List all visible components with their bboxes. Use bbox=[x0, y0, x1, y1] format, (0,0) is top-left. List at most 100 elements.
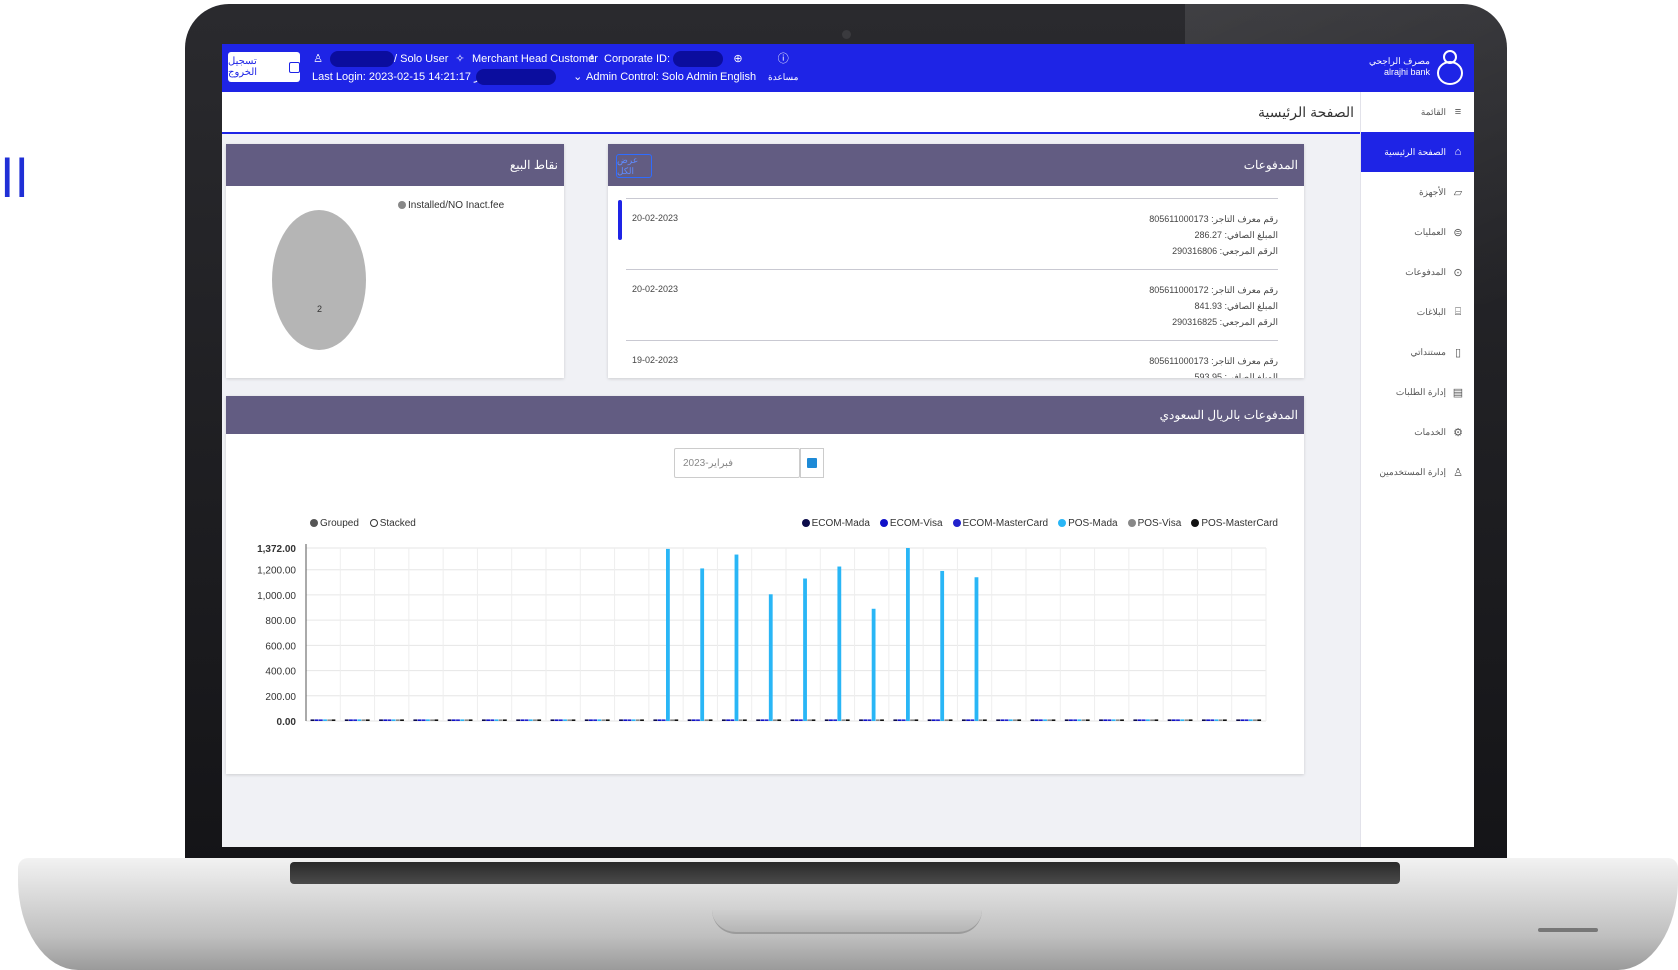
bar[interactable] bbox=[619, 719, 623, 721]
bar[interactable] bbox=[1115, 719, 1120, 721]
pie-slice[interactable] bbox=[272, 210, 366, 350]
bar[interactable] bbox=[657, 719, 662, 721]
bar[interactable] bbox=[434, 719, 439, 721]
bar[interactable] bbox=[1188, 719, 1193, 721]
bar[interactable] bbox=[875, 719, 880, 721]
bar[interactable] bbox=[798, 719, 803, 721]
bar[interactable] bbox=[623, 719, 628, 721]
bar[interactable] bbox=[1111, 719, 1116, 721]
bar[interactable] bbox=[696, 719, 700, 721]
bar[interactable] bbox=[661, 719, 666, 721]
sidebar-item-devices[interactable]: الأجهزة ▱ bbox=[1361, 172, 1474, 212]
bar[interactable] bbox=[966, 719, 970, 721]
bar[interactable] bbox=[558, 719, 563, 721]
list-item[interactable]: 20-02-2023 رقم معرف التاجر: 805611000172… bbox=[626, 269, 1278, 340]
bar[interactable] bbox=[1171, 719, 1176, 721]
bar[interactable] bbox=[1154, 719, 1159, 721]
list-item[interactable]: 19-02-2023 رقم معرف التاجر: 805611000173… bbox=[626, 340, 1278, 378]
bar[interactable] bbox=[841, 719, 846, 721]
bar[interactable] bbox=[931, 719, 936, 721]
bar[interactable] bbox=[391, 719, 396, 721]
bar[interactable] bbox=[417, 719, 422, 721]
bar[interactable] bbox=[1176, 719, 1180, 721]
bar[interactable] bbox=[516, 719, 521, 721]
bar[interactable] bbox=[520, 719, 525, 721]
bar[interactable] bbox=[571, 719, 576, 721]
bar[interactable] bbox=[550, 719, 555, 721]
bar[interactable] bbox=[670, 719, 674, 721]
bar[interactable] bbox=[704, 719, 709, 721]
bar[interactable] bbox=[1008, 719, 1013, 721]
bar[interactable] bbox=[554, 719, 559, 721]
bar[interactable] bbox=[468, 719, 473, 721]
bar[interactable] bbox=[635, 719, 640, 721]
bar[interactable] bbox=[323, 719, 327, 721]
bar[interactable] bbox=[593, 719, 598, 721]
bar[interactable] bbox=[1167, 719, 1172, 721]
bar[interactable] bbox=[563, 719, 567, 721]
bar[interactable] bbox=[357, 719, 362, 721]
bar[interactable] bbox=[447, 719, 452, 721]
logout-button[interactable]: تسجيل الخروج bbox=[228, 52, 300, 82]
sidebar-item-reports[interactable]: البلاغات ⌸ bbox=[1361, 292, 1474, 332]
bar[interactable] bbox=[961, 719, 966, 721]
bar[interactable] bbox=[486, 719, 490, 721]
bar[interactable] bbox=[490, 719, 495, 721]
bar[interactable] bbox=[344, 719, 349, 721]
bar[interactable] bbox=[1201, 719, 1206, 721]
bar[interactable] bbox=[1051, 719, 1056, 721]
bar[interactable] bbox=[867, 719, 872, 721]
sidebar-item-requests[interactable]: إدارة الطلبات ▤ bbox=[1361, 372, 1474, 412]
bar[interactable] bbox=[605, 719, 610, 721]
bar[interactable] bbox=[794, 719, 799, 721]
bar[interactable] bbox=[1240, 719, 1245, 721]
bar[interactable] bbox=[811, 719, 816, 721]
bar[interactable] bbox=[1107, 719, 1112, 721]
bar[interactable] bbox=[1236, 719, 1241, 721]
bar[interactable] bbox=[524, 719, 529, 721]
bar[interactable] bbox=[1030, 719, 1035, 721]
bar[interactable] bbox=[502, 719, 507, 721]
sidebar-item-home[interactable]: الصفحة الرئيسية ⌂ bbox=[1361, 132, 1474, 172]
sidebar-item-documents[interactable]: مستنداتي ▯ bbox=[1361, 332, 1474, 372]
bar[interactable] bbox=[601, 719, 606, 721]
bar[interactable] bbox=[777, 719, 782, 721]
bar[interactable] bbox=[833, 719, 838, 721]
help-link[interactable]: ⓘ مساعدة bbox=[768, 50, 798, 86]
bar[interactable] bbox=[1253, 719, 1257, 721]
bar[interactable] bbox=[498, 719, 503, 721]
bar[interactable] bbox=[768, 594, 773, 721]
bar[interactable] bbox=[1120, 719, 1124, 721]
bar[interactable] bbox=[1069, 719, 1073, 721]
bar[interactable] bbox=[936, 719, 940, 721]
bar[interactable] bbox=[533, 719, 537, 721]
bar[interactable] bbox=[863, 719, 868, 721]
bar[interactable] bbox=[1146, 719, 1150, 721]
bar[interactable] bbox=[897, 719, 902, 721]
bar[interactable] bbox=[948, 719, 953, 721]
language-switch[interactable]: ⊕ English bbox=[720, 50, 756, 86]
bar[interactable] bbox=[974, 577, 979, 721]
bar[interactable] bbox=[1043, 719, 1047, 721]
bar[interactable] bbox=[567, 719, 572, 721]
view-all-button[interactable]: عرض الكل bbox=[616, 154, 652, 178]
bar[interactable] bbox=[640, 719, 644, 721]
bar[interactable] bbox=[927, 719, 932, 721]
role-selector[interactable]: ✧ Merchant Head Customer ⌄ bbox=[454, 50, 598, 86]
bar[interactable] bbox=[451, 719, 456, 721]
sidebar-item-users[interactable]: إدارة المستخدمين ♙ bbox=[1361, 452, 1474, 492]
list-item[interactable]: 20-02-2023 رقم معرف التاجر: 805611000173… bbox=[626, 198, 1278, 269]
bar[interactable] bbox=[456, 719, 460, 721]
bar[interactable] bbox=[708, 719, 713, 721]
bar[interactable] bbox=[893, 719, 898, 721]
bar[interactable] bbox=[837, 566, 842, 721]
bar[interactable] bbox=[944, 719, 949, 721]
bar[interactable] bbox=[803, 578, 807, 721]
bar[interactable] bbox=[1085, 719, 1090, 721]
bar[interactable] bbox=[901, 719, 906, 721]
bar[interactable] bbox=[494, 719, 499, 721]
bar[interactable] bbox=[1081, 719, 1086, 721]
bar[interactable] bbox=[910, 719, 914, 721]
bar[interactable] bbox=[1222, 719, 1227, 721]
bar[interactable] bbox=[318, 719, 323, 721]
